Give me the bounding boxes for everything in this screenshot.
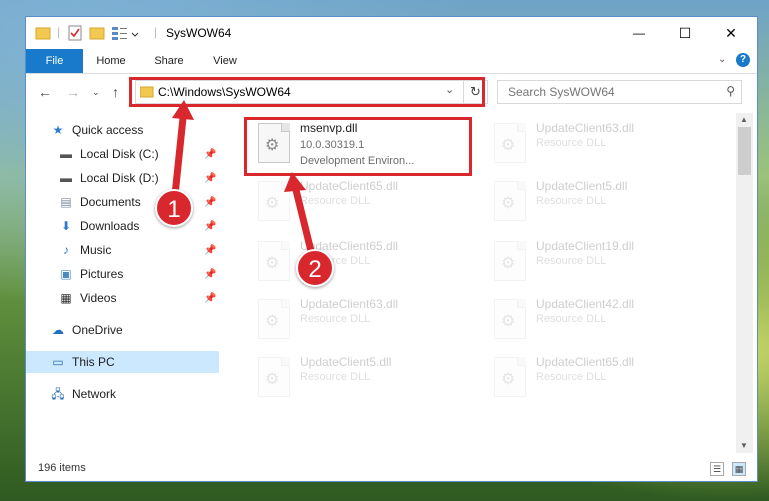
callout-badge-2: 2	[296, 249, 334, 287]
callout-badge-1: 1	[155, 189, 193, 227]
annotation-arrows	[171, 100, 316, 259]
